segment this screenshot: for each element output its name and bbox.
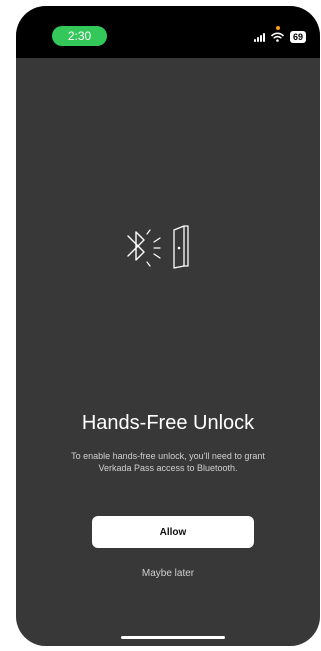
phone-frame: 2:30 69 Hands-Free Unlock To enable hand… (16, 6, 320, 646)
status-icons: 69 (253, 30, 306, 44)
door-icon (173, 225, 189, 269)
status-bar: 2:30 69 (16, 6, 320, 58)
wifi-icon (271, 32, 284, 42)
status-time[interactable]: 2:30 (52, 26, 107, 46)
maybe-later-link[interactable]: Maybe later (16, 568, 320, 579)
permission-description: To enable hands-free unlock, you'll need… (71, 451, 265, 473)
bluetooth-door-illustration (127, 225, 189, 269)
hands-free-unlock-screen: Hands-Free Unlock To enable hands-free u… (16, 58, 320, 646)
signal-waves-icon (146, 229, 161, 267)
bluetooth-icon (127, 231, 145, 261)
page-title: Hands-Free Unlock (81, 412, 255, 434)
home-indicator[interactable] (121, 636, 225, 639)
battery-icon: 69 (289, 31, 306, 43)
cellular-signal-icon (253, 32, 265, 42)
allow-button[interactable]: Allow (92, 516, 254, 548)
